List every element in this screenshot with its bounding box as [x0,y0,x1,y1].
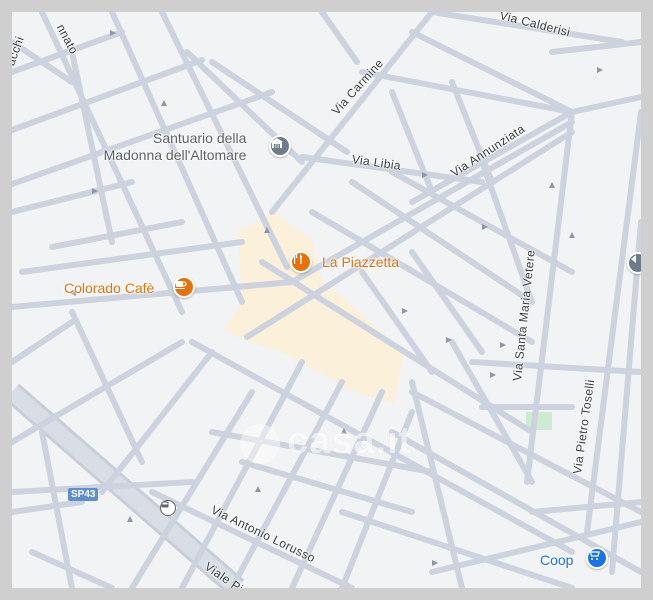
watermark-logo-icon [240,424,280,464]
poi-label-santuario[interactable]: Santuario della Madonna dell'Altomare [97,130,247,164]
poi-label-santuario-line2: Madonna dell'Altomare [103,147,247,163]
poi-label-colorado-cafe[interactable]: Colorado Cafè [64,280,154,296]
map-roads [12,12,641,588]
poi-label-coop[interactable]: Coop [540,552,573,568]
watermark: casa.it [287,420,413,462]
map-frame: Via Calderisi Via Carmine Via Libia Via … [0,0,653,600]
map-canvas[interactable]: Via Calderisi Via Carmine Via Libia Via … [12,12,641,588]
church-icon[interactable] [269,135,291,157]
poi-label-santuario-line1: Santuario della [153,130,247,146]
poi-label-la-piazzetta[interactable]: La Piazzetta [322,254,399,270]
restaurant-icon[interactable] [290,251,312,273]
cafe-icon[interactable] [173,276,195,298]
road-shield-sp43: SP43 [68,488,99,501]
shopping-cart-icon[interactable] [586,547,608,569]
bus-stop-icon[interactable] [160,500,176,516]
